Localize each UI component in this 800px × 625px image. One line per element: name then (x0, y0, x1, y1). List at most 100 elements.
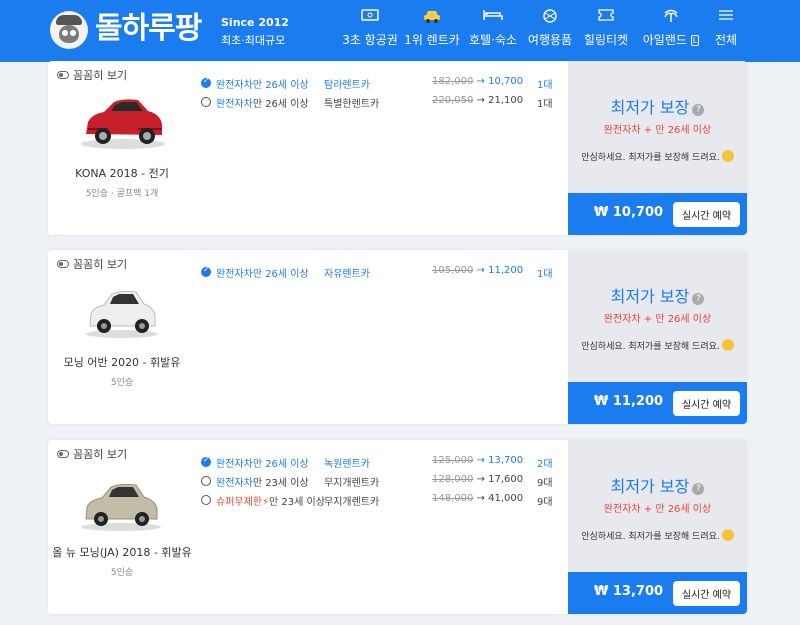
nav-label: 아일랜드 L (642, 33, 700, 47)
nav-island[interactable]: 아일랜드 L (638, 9, 704, 48)
nav-label: 힐링티켓 (583, 33, 629, 47)
company-name: 탐라렌트카 (324, 80, 370, 91)
car-card: 꼼꼼히 보기 모닝 어반 2020 - 휘발유 5인승 완전자차만 26세 이상… (48, 250, 747, 424)
toggle-switch-icon (57, 260, 69, 268)
price-info: 105,000 → 11,200 (432, 265, 524, 276)
age-condition: 만 23세 이상 (269, 497, 325, 508)
top-header: 돌하루팡 Since 2012 최초·최대규모 3초 항공권 1위 렌트카 호텔… (0, 0, 800, 62)
smile-emoji-icon (721, 529, 734, 541)
island-badge: L (690, 35, 700, 46)
radio-unchecked-icon[interactable] (201, 97, 211, 107)
nav-hotel[interactable]: 호텔·숙소 (468, 9, 518, 48)
toggle-switch-icon (57, 71, 69, 79)
ticket-icon (340, 9, 400, 27)
radio-unchecked-icon[interactable] (201, 476, 211, 486)
toggle-label: 꼼꼼히 보기 (73, 69, 128, 82)
since-text: Since 2012 (221, 16, 289, 29)
radio-unchecked-icon[interactable] (201, 495, 211, 505)
brand-logo-icon[interactable] (50, 11, 88, 49)
palm-tree-icon (638, 9, 704, 27)
company-name: 무지개렌트카 (324, 497, 380, 508)
rental-option[interactable]: 완전자차만 26세 이상 특별한렌트카 220,050 → 21,100 1대 (201, 94, 553, 110)
car-image[interactable] (82, 282, 162, 342)
realtime-booking-button[interactable]: 실시간 예약 (673, 581, 740, 606)
car-count: 9대 (537, 497, 553, 508)
realtime-booking-button[interactable]: 실시간 예약 (673, 202, 740, 227)
car-card: 꼼꼼히 보기 KONA 2018 - 전기 5인승 · 골프백 1개 완전자차만… (48, 61, 747, 235)
bed-icon (468, 9, 518, 27)
age-condition: 만 26세 이상 (252, 459, 309, 470)
original-price: 220,050 (432, 95, 474, 106)
sale-price: 41,000 (488, 493, 524, 504)
detail-toggle[interactable]: 꼼꼼히 보기 (57, 67, 127, 83)
car-image[interactable] (78, 476, 164, 534)
final-price: ₩ 13,700 (594, 584, 664, 599)
car-name: 올 뉴 모닝(JA) 2018 - 휘발유 (52, 546, 192, 559)
final-price: ₩ 11,200 (594, 394, 664, 409)
sale-price: 13,700 (488, 455, 524, 466)
original-price: 105,000 (432, 265, 474, 276)
age-condition: 만 26세 이상 (252, 99, 309, 110)
price-info: 220,050 → 21,100 (432, 95, 524, 106)
rental-option[interactable]: 슈퍼무제한⚡만 23세 이상 무지개렌트카 148,000 → 41,000 9… (201, 492, 553, 508)
price-bar: ₩ 11,200 실시간 예약 (568, 382, 747, 424)
slogan-text: 최초·최대규모 (221, 34, 286, 47)
guarantee-condition: 완전자차 + 만 26세 이상 (603, 125, 712, 136)
insurance-type: 완전자차 (216, 80, 253, 91)
help-question-icon[interactable]: ? (692, 293, 705, 305)
car-count: 1대 (537, 80, 553, 91)
guarantee-note: 안심하세요. 최저가를 보장해 드려요. (568, 529, 747, 542)
nav-rentcar[interactable]: 1위 렌트카 (403, 9, 461, 48)
original-price: 148,000 (432, 493, 474, 504)
detail-toggle[interactable]: 꼼꼼히 보기 (57, 446, 127, 462)
nav-label: 3초 항공권 (342, 33, 398, 47)
sale-price: 10,700 (488, 76, 524, 87)
nav-all-menu[interactable]: 전체 (708, 9, 744, 48)
sale-price: 17,600 (488, 474, 524, 485)
company-name: 무지개렌트카 (324, 478, 380, 489)
nav-travel-goods[interactable]: 여행용품 (525, 9, 575, 48)
sale-price: 21,100 (488, 95, 524, 106)
nav-flights[interactable]: 3초 항공권 (340, 9, 400, 48)
final-price: ₩ 10,700 (594, 205, 664, 220)
original-price: 125,000 (432, 455, 474, 466)
car-spec: 5인승 (110, 568, 134, 578)
rental-option[interactable]: 완전자차만 26세 이상 녹원렌트카 125,000 → 13,700 2대 (201, 454, 553, 470)
insurance-type: 완전자차 (216, 99, 253, 110)
age-condition: 만 23세 이상 (252, 478, 309, 489)
age-condition: 만 26세 이상 (252, 80, 309, 91)
nav-healing-ticket[interactable]: 힐링티켓 (582, 9, 630, 48)
price-info: 182,000 → 10,700 (432, 76, 524, 87)
insurance-type: 완전자차 (216, 459, 253, 470)
nav-label: 호텔·숙소 (469, 33, 517, 47)
lowest-price-guarantee: 최저가 보장? 완전자차 + 만 26세 이상 안심하세요. 최저가를 보장해 … (568, 61, 747, 193)
car-image[interactable] (78, 89, 168, 153)
rental-option[interactable]: 완전자차만 23세 이상 무지개렌트카 128,000 → 17,600 9대 (201, 473, 553, 489)
car-count: 2대 (537, 459, 553, 470)
car-name: KONA 2018 - 전기 (75, 167, 169, 180)
guarantee-title: 최저가 보장? (568, 283, 747, 307)
help-question-icon[interactable]: ? (692, 104, 705, 116)
company-name: 녹원렌트카 (324, 459, 370, 470)
guarantee-note: 안심하세요. 최저가를 보장해 드려요. (568, 150, 747, 163)
car-count: 9대 (537, 478, 553, 489)
brand-name[interactable]: 돌하루팡 (95, 10, 202, 48)
price-bar: ₩ 10,700 실시간 예약 (568, 193, 747, 235)
insurance-type: 슈퍼무제한 (216, 497, 262, 508)
age-condition: 만 26세 이상 (252, 269, 309, 280)
radio-checked-icon[interactable] (201, 76, 211, 88)
radio-checked-icon[interactable] (201, 455, 211, 467)
radio-checked-icon[interactable] (201, 265, 211, 277)
guarantee-note: 안심하세요. 최저가를 보장해 드려요. (568, 339, 747, 352)
coupon-icon (582, 9, 630, 27)
rental-option[interactable]: 완전자차만 26세 이상 탐라렌트카 182,000 → 10,700 1대 (201, 75, 553, 91)
company-name: 특별한렌트카 (324, 99, 380, 110)
help-question-icon[interactable]: ? (692, 483, 705, 495)
guarantee-condition: 완전자차 + 만 26세 이상 (603, 504, 712, 515)
rental-option[interactable]: 완전자차만 26세 이상 자유렌트카 105,000 → 11,200 1대 (201, 264, 553, 280)
lightning-icon: ⚡ (262, 497, 270, 508)
toggle-label: 꼼꼼히 보기 (73, 448, 128, 461)
realtime-booking-button[interactable]: 실시간 예약 (673, 391, 740, 416)
detail-toggle[interactable]: 꼼꼼히 보기 (57, 256, 127, 272)
car-count: 1대 (537, 99, 553, 110)
